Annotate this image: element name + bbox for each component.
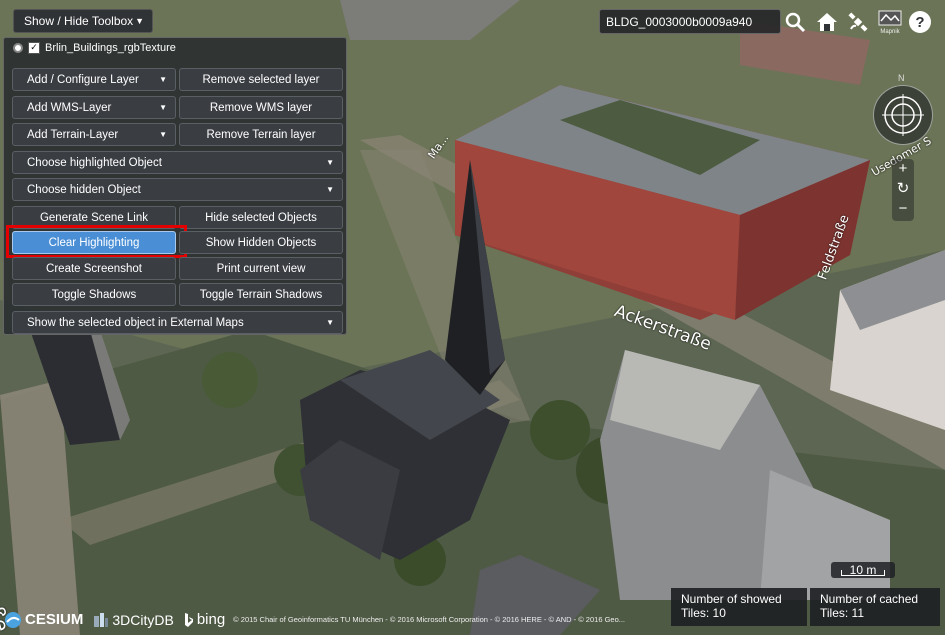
button-label: Add / Configure Layer — [27, 73, 139, 86]
chevron-down-icon: ▼ — [159, 130, 167, 139]
zoom-reset-icon[interactable]: ↻ — [892, 179, 914, 199]
button-label: Add Terrain-Layer — [27, 128, 119, 141]
button-label: Toggle Shadows — [51, 288, 137, 301]
chevron-down-icon: ▼ — [326, 185, 334, 194]
button-label: Print current view — [216, 262, 306, 275]
button-label: Add WMS-Layer — [27, 101, 112, 114]
choose-highlighted-object-select[interactable]: Choose highlighted Object ▼ — [12, 151, 343, 174]
button-label: Create Screenshot — [46, 262, 142, 275]
button-label: Remove WMS layer — [209, 101, 313, 114]
navigation-compass[interactable] — [873, 85, 933, 145]
compass-icon — [882, 94, 924, 136]
add-terrain-layer-button[interactable]: Add Terrain-Layer ▼ — [12, 123, 176, 146]
button-label: Generate Scene Link — [39, 211, 149, 224]
toggle-shadows-button[interactable]: Toggle Shadows — [12, 283, 176, 306]
button-label: Remove Terrain layer — [206, 128, 316, 141]
chevron-down-icon: ▼ — [159, 75, 167, 84]
button-label: Show Hidden Objects — [205, 236, 317, 249]
zoom-in-button[interactable]: + — [892, 159, 914, 179]
zoom-control[interactable]: + ↻ − — [892, 159, 914, 221]
cesium-text: CESIUM — [25, 611, 84, 628]
scale-bar: 10 m — [831, 562, 895, 578]
hide-selected-objects-button[interactable]: Hide selected Objects — [179, 206, 343, 229]
add-wms-layer-button[interactable]: Add WMS-Layer ▼ — [12, 96, 176, 119]
help-glyph: ? — [915, 14, 924, 31]
button-label: Choose hidden Object — [27, 183, 141, 196]
layer-radio[interactable] — [13, 43, 23, 53]
generate-scene-link-button[interactable]: Generate Scene Link — [12, 206, 176, 229]
object-id-display[interactable]: BLDG_0003000b0009a940 — [599, 9, 781, 34]
bing-logo[interactable]: bing — [184, 611, 225, 628]
attribution-text: © 2015 Chair of Geoinformatics TU Münche… — [233, 615, 625, 624]
choose-hidden-object-select[interactable]: Choose hidden Object ▼ — [12, 178, 343, 201]
help-icon[interactable]: ? — [908, 9, 932, 35]
bing-icon — [184, 612, 193, 627]
button-label: Hide selected Objects — [205, 211, 317, 224]
add-configure-layer-button[interactable]: Add / Configure Layer ▼ — [12, 68, 176, 91]
remove-wms-layer-button[interactable]: Remove WMS layer — [179, 96, 343, 119]
button-label: Show the selected object in External Map… — [27, 316, 244, 329]
clear-highlighting-button[interactable]: Clear Highlighting — [12, 231, 176, 254]
cesium-icon — [5, 611, 21, 628]
north-label: N — [898, 73, 905, 83]
search-icon[interactable] — [783, 9, 807, 35]
zoom-out-button[interactable]: − — [892, 199, 914, 219]
print-current-view-button[interactable]: Print current view — [179, 257, 343, 280]
chevron-down-icon: ▼ — [159, 103, 167, 112]
3dcitydb-text: 3DCityDB — [112, 611, 174, 628]
chevron-down-icon: ▼ — [135, 16, 144, 26]
object-id-text: BLDG_0003000b0009a940 — [606, 14, 753, 29]
external-maps-select[interactable]: Show the selected object in External Map… — [12, 311, 343, 334]
layer-name: Brlin_Buildings_rgbTexture — [45, 42, 176, 54]
button-label: Toggle Terrain Shadows — [199, 288, 323, 301]
button-label: Remove selected layer — [202, 73, 320, 86]
remove-terrain-layer-button[interactable]: Remove Terrain layer — [179, 123, 343, 146]
home-icon[interactable] — [815, 9, 839, 35]
remove-selected-layer-button[interactable]: Remove selected layer — [179, 68, 343, 91]
create-screenshot-button[interactable]: Create Screenshot — [12, 257, 176, 280]
bing-text: bing — [196, 611, 226, 628]
toggle-terrain-shadows-button[interactable]: Toggle Terrain Shadows — [179, 283, 343, 306]
button-label: Choose highlighted Object — [27, 156, 162, 169]
credits-bar: CESIUM 3DCityDB bing © 2015 Chair of Geo… — [0, 604, 945, 635]
satellite-icon[interactable] — [846, 9, 870, 35]
show-hidden-objects-button[interactable]: Show Hidden Objects — [179, 231, 343, 254]
3dcitydb-logo[interactable]: 3DCityDB — [93, 611, 174, 628]
3dcitydb-icon — [94, 612, 109, 627]
toolbox-toggle-label: Show / Hide Toolbox — [24, 14, 134, 28]
mapnik-layer-icon[interactable]: Mapnik — [876, 9, 904, 35]
show-hide-toolbox-button[interactable]: Show / Hide Toolbox ▼ — [13, 9, 153, 33]
chevron-down-icon: ▼ — [326, 318, 334, 327]
chevron-down-icon: ▼ — [326, 158, 334, 167]
layer-checkbox[interactable]: ✓ — [28, 42, 40, 54]
mapnik-label: Mapnik — [880, 29, 900, 35]
layer-list-item[interactable]: ✓ Brlin_Buildings_rgbTexture — [13, 42, 176, 54]
button-label: Clear Highlighting — [48, 236, 140, 249]
cesium-logo[interactable]: CESIUM — [4, 611, 83, 629]
